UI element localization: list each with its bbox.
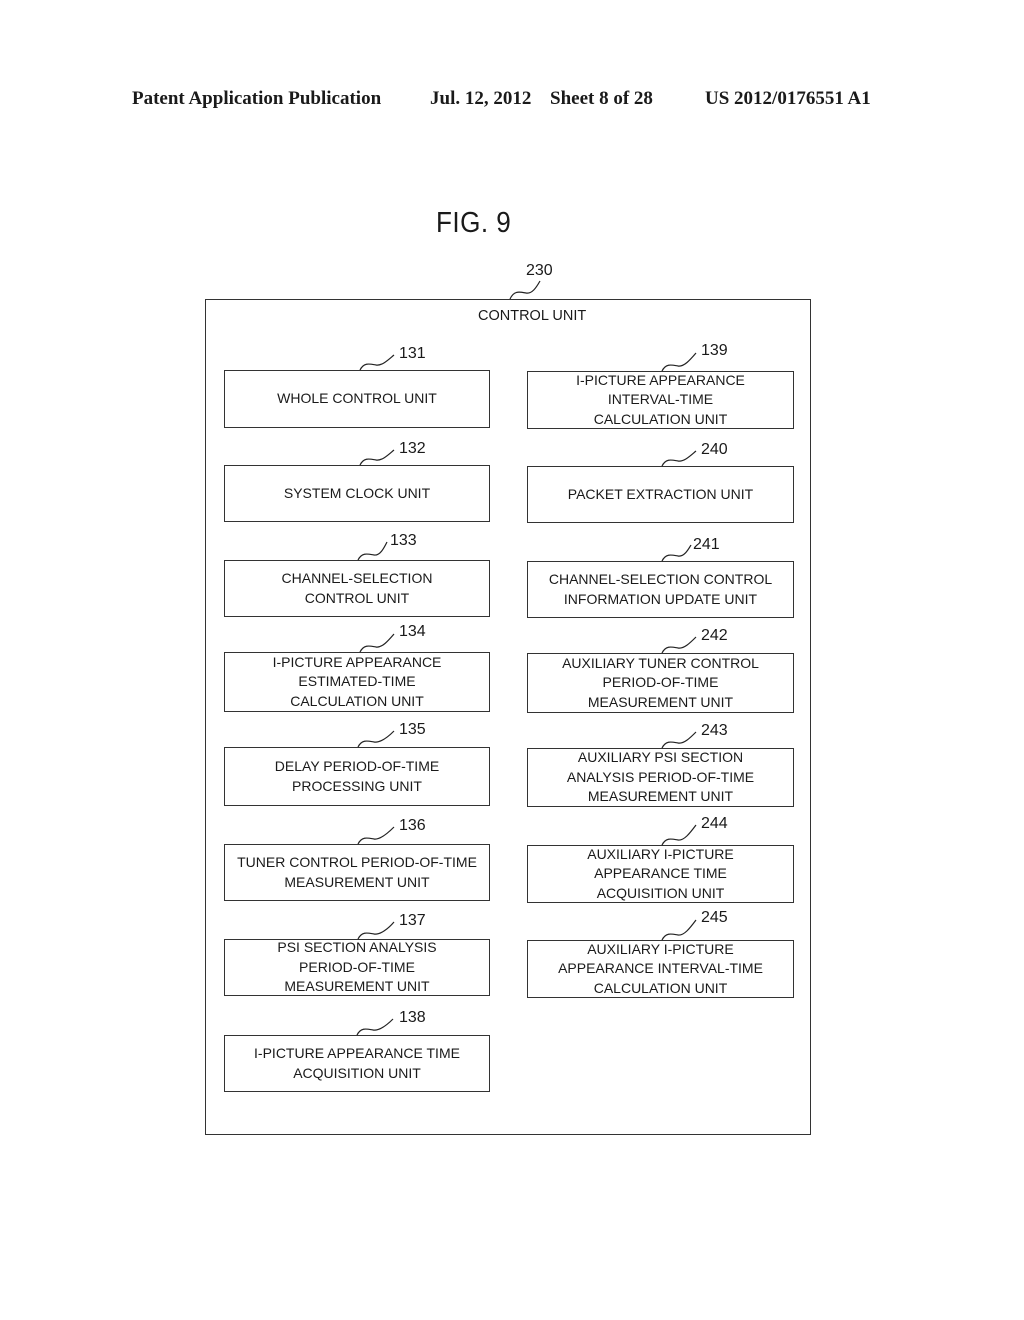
ref-135: 135	[399, 721, 426, 738]
channel-selection-info-update-unit-box: CHANNEL-SELECTION CONTROL INFORMATION UP…	[527, 561, 794, 618]
aux-tuner-control-unit-box: AUXILIARY TUNER CONTROL PERIOD-OF-TIME M…	[527, 653, 794, 713]
ref-133: 133	[390, 532, 417, 549]
ref-137: 137	[399, 912, 426, 929]
leader-230	[509, 280, 541, 300]
i-picture-interval-time-unit-box: I-PICTURE APPEARANCE INTERVAL-TIME CALCU…	[527, 371, 794, 429]
whole-control-unit-box: WHOLE CONTROL UNIT	[224, 370, 490, 428]
figure-title: FIG. 9	[436, 207, 512, 239]
system-clock-unit-box: SYSTEM CLOCK UNIT	[224, 465, 490, 522]
sheet-number: Sheet 8 of 28	[550, 88, 653, 109]
publication-date: Jul. 12, 2012	[430, 88, 532, 109]
aux-psi-section-unit-box: AUXILIARY PSI SECTION ANALYSIS PERIOD-OF…	[527, 748, 794, 807]
i-picture-time-acquisition-unit-box: I-PICTURE APPEARANCE TIME ACQUISITION UN…	[224, 1035, 490, 1092]
ref-241: 241	[693, 536, 720, 553]
packet-extraction-unit-box: PACKET EXTRACTION UNIT	[527, 466, 794, 523]
ref-240: 240	[701, 441, 728, 458]
tuner-control-measurement-unit-box: TUNER CONTROL PERIOD-OF-TIME MEASUREMENT…	[224, 844, 490, 901]
ref-outer: 230	[526, 262, 553, 279]
aux-i-picture-interval-unit-box: AUXILIARY I-PICTURE APPEARANCE INTERVAL-…	[527, 940, 794, 998]
ref-132: 132	[399, 440, 426, 457]
ref-244: 244	[701, 815, 728, 832]
psi-section-analysis-unit-box: PSI SECTION ANALYSIS PERIOD-OF-TIME MEAS…	[224, 939, 490, 996]
i-picture-estimated-time-unit-box: I-PICTURE APPEARANCE ESTIMATED-TIME CALC…	[224, 652, 490, 712]
aux-i-picture-time-unit-box: AUXILIARY I-PICTURE APPEARANCE TIME ACQU…	[527, 845, 794, 903]
ref-134: 134	[399, 623, 426, 640]
page-header: Patent Application Publication Jul. 12, …	[0, 88, 1024, 116]
delay-period-processing-unit-box: DELAY PERIOD-OF-TIME PROCESSING UNIT	[224, 747, 490, 806]
ref-242: 242	[701, 627, 728, 644]
publication-label: Patent Application Publication	[132, 88, 382, 109]
control-unit-label: CONTROL UNIT	[478, 308, 587, 324]
ref-139: 139	[701, 342, 728, 359]
ref-131: 131	[399, 345, 426, 362]
ref-243: 243	[701, 722, 728, 739]
patent-number: US 2012/0176551 A1	[705, 88, 871, 109]
ref-245: 245	[701, 909, 728, 926]
channel-selection-control-unit-box: CHANNEL-SELECTION CONTROL UNIT	[224, 560, 490, 617]
ref-136: 136	[399, 817, 426, 834]
ref-138: 138	[399, 1009, 426, 1026]
